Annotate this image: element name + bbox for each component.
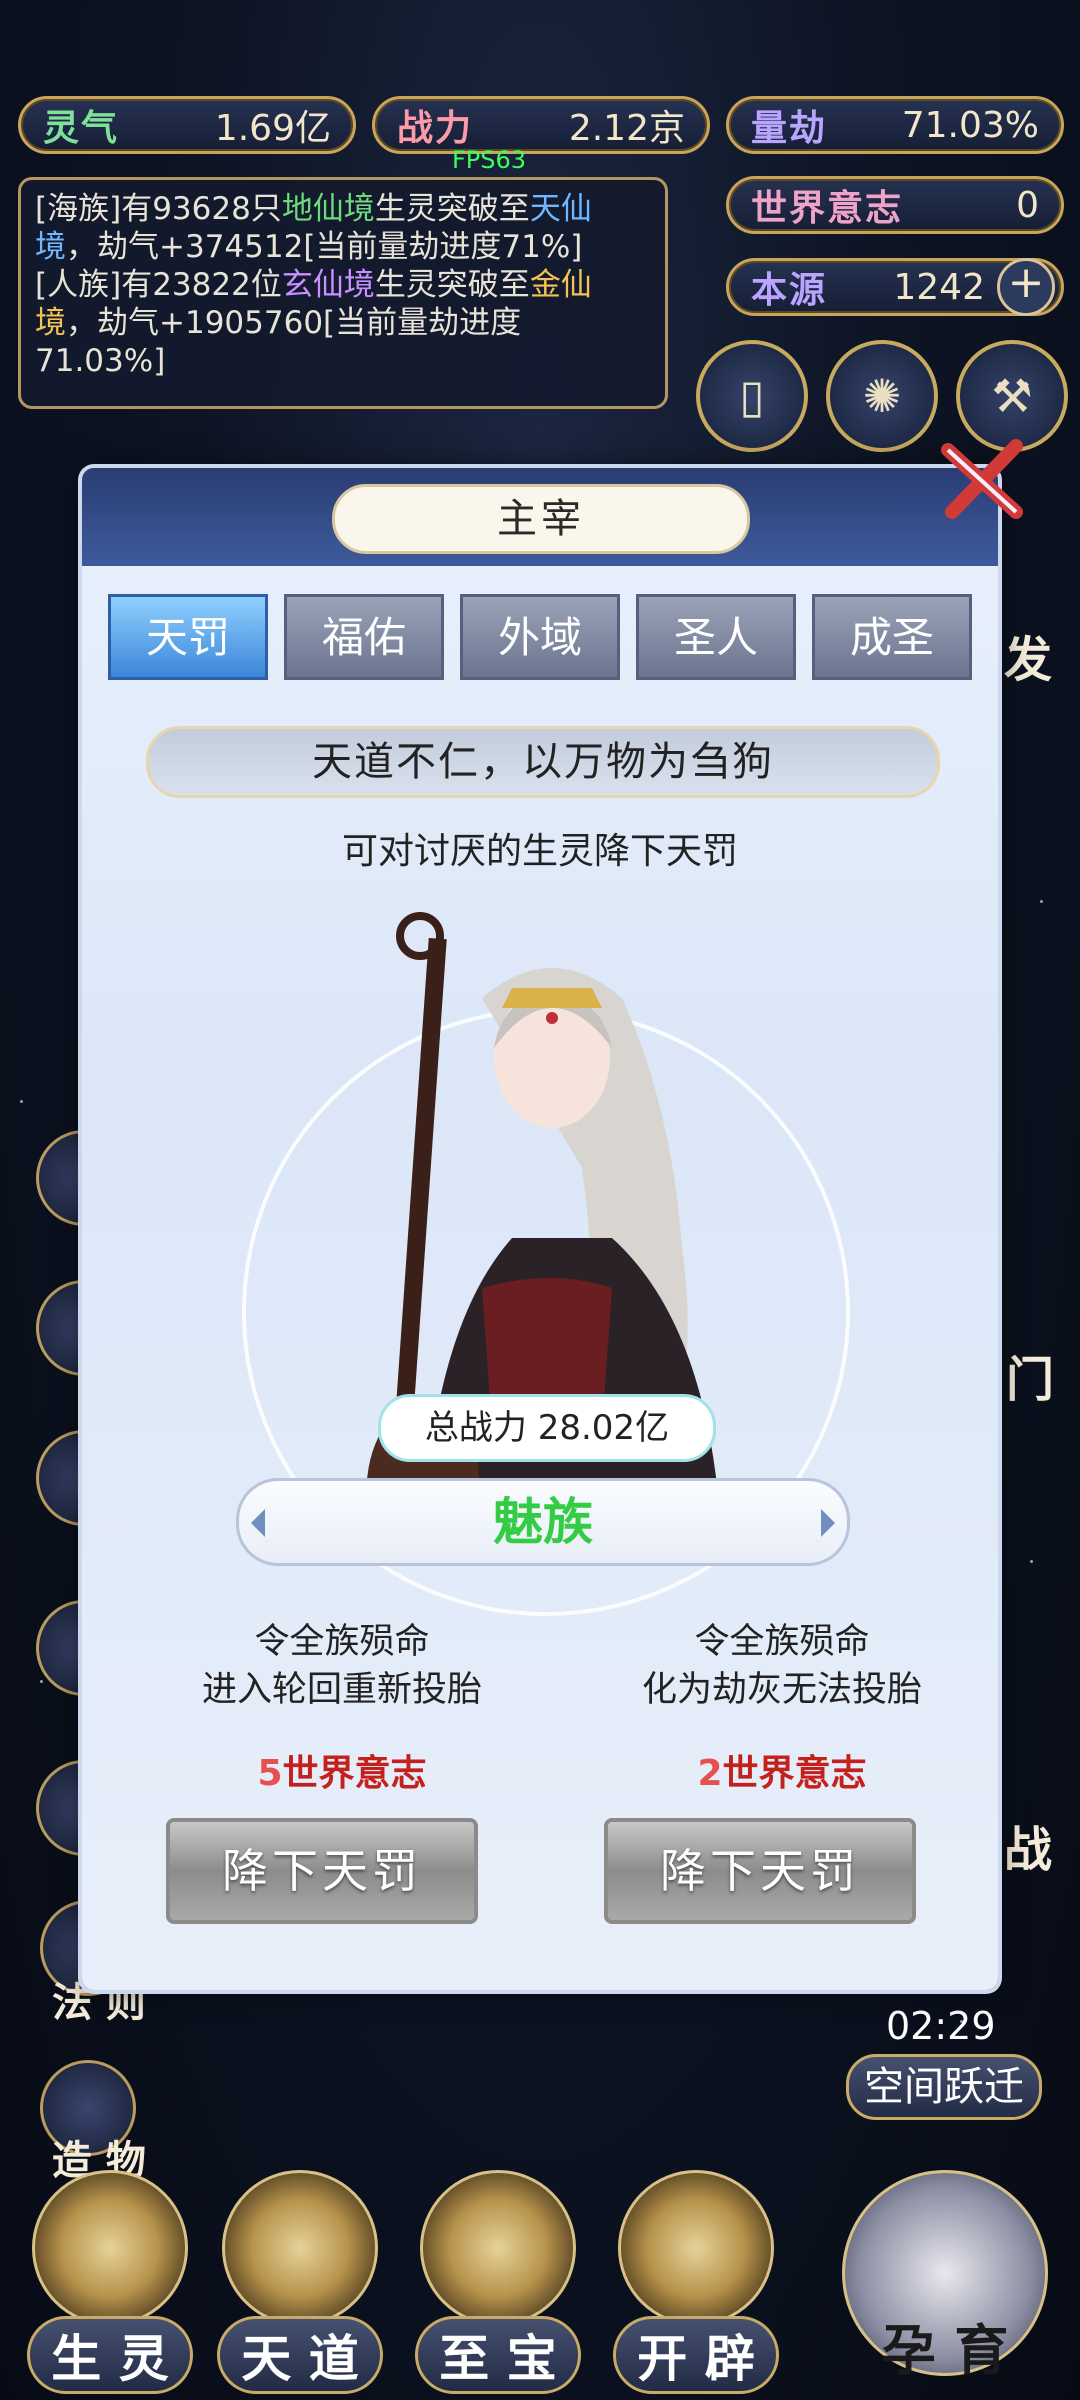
shijie-stat[interactable]: 世界意志 0: [726, 176, 1064, 234]
log-text: ，劫气+1905760[当前量劫进度71.03%]: [35, 305, 522, 379]
option1-line1: 令全族殒命: [254, 1622, 430, 1662]
nav-kaipi[interactable]: 开 辟: [606, 2170, 786, 2400]
liangjie-label: 量劫: [751, 108, 828, 149]
nav-kaipi-label: 开 辟: [613, 2316, 779, 2394]
vortex-icon: ✺: [862, 369, 902, 423]
tab-fuyou[interactable]: 福佑: [284, 594, 444, 680]
option1-description: 令全族殒命 进入轮回重新投胎: [142, 1618, 542, 1714]
log-entry: [人族]有23822位玄仙境生灵突破至金仙境，劫气+1905760[当前量劫进度…: [35, 266, 651, 380]
total-power: 总战力 28.02亿: [378, 1394, 716, 1462]
event-log: [海族]有93628只地仙境生灵突破至天仙境，劫气+374512[当前量劫进度7…: [18, 177, 668, 409]
add-benyuan-icon[interactable]: +: [997, 258, 1055, 316]
nav-zhibao[interactable]: 至 宝: [408, 2170, 588, 2400]
zhanli-label: 战力: [397, 108, 474, 149]
right-label-men: 门: [1006, 1352, 1055, 1408]
option2-line2: 化为劫灰无法投胎: [641, 1670, 922, 1710]
race-name: 魅族: [493, 1493, 593, 1551]
option2-cost-label: 世界意志: [722, 1752, 867, 1794]
option2-cost: 2世界意志: [632, 1744, 932, 1796]
right-label-zhan: 战: [1004, 1822, 1053, 1878]
tab-waiyu[interactable]: 外域: [460, 594, 620, 680]
log-text: 生灵突破至: [374, 267, 530, 303]
option1-cost: 5世界意志: [192, 1744, 492, 1796]
lingqi-value: 1.69亿: [214, 108, 331, 149]
motto-banner: 天道不仁，以万物为刍狗: [146, 726, 940, 798]
space-jump-button[interactable]: 空间跃迁: [846, 2054, 1042, 2120]
lingqi-stat: 灵气 1.69亿: [18, 96, 356, 154]
punish-button-2[interactable]: 降下天罚: [604, 1818, 916, 1924]
log-entry: [海族]有93628只地仙境生灵突破至天仙境，劫气+374512[当前量劫进度7…: [35, 190, 651, 266]
tab-chengsheng[interactable]: 成圣: [812, 594, 972, 680]
tiandao-emblem-icon: [222, 2170, 378, 2326]
nav-shengling-label: 生 灵: [27, 2316, 193, 2394]
nav-shengling[interactable]: 生 灵: [20, 2170, 200, 2400]
zhanli-stat: 战力 2.12京: [372, 96, 710, 154]
fps-counter: FPS63: [452, 146, 527, 174]
shijie-label: 世界意志: [751, 188, 904, 229]
next-race-icon[interactable]: [821, 1509, 835, 1537]
log-text: [人族]有23822位: [35, 267, 282, 303]
nav-zhibao-label: 至 宝: [415, 2316, 581, 2394]
benyuan-label: 本源: [751, 270, 828, 311]
shijie-value: 0: [1016, 184, 1039, 226]
space-jump-timer: 02:29: [886, 2004, 996, 2048]
option2-cost-number: 2: [697, 1753, 723, 1794]
hammer-icon: ⚒: [991, 369, 1033, 423]
option1-cost-number: 5: [257, 1753, 283, 1794]
nav-tiandao-label: 天 道: [217, 2316, 383, 2394]
nav-yunyu-label: 孕 育: [881, 2319, 1009, 2382]
log-text: ，劫气+374512[当前量劫进度71%]: [66, 229, 583, 265]
benyuan-stat[interactable]: 本源 1242 +: [726, 258, 1064, 316]
log-realm: 地仙境: [281, 191, 375, 227]
option2-description: 令全族殒命 化为劫灰无法投胎: [582, 1618, 982, 1714]
log-text: [海族]有93628只: [35, 191, 282, 227]
option1-line2: 进入轮回重新投胎: [201, 1670, 482, 1710]
zhibao-emblem-icon: [420, 2170, 576, 2326]
nav-tiandao[interactable]: 天 道: [210, 2170, 390, 2400]
nav-yunyu[interactable]: 孕 育: [830, 2170, 1060, 2400]
kaipi-emblem-icon: [618, 2170, 774, 2326]
race-selector[interactable]: 魅族: [236, 1478, 850, 1566]
liangjie-stat[interactable]: 量劫 71.03%: [726, 96, 1064, 154]
tab-shengren[interactable]: 圣人: [636, 594, 796, 680]
lingqi-label: 灵气: [43, 108, 120, 149]
punish-button-1[interactable]: 降下天罚: [166, 1818, 478, 1924]
liangjie-value: 71.03%: [901, 104, 1039, 146]
card-icon: ▯: [739, 369, 765, 423]
log-text: 生灵突破至: [374, 191, 530, 227]
close-icon[interactable]: [938, 432, 1030, 524]
zhanli-value: 2.12京: [568, 108, 685, 149]
vortex-button[interactable]: ✺: [826, 340, 938, 452]
ruler-dialog: 主宰 天罚 福佑 外域 圣人 成圣 天道不仁，以万物为刍狗 可对讨厌的生灵降下天…: [82, 468, 998, 1990]
prev-race-icon[interactable]: [251, 1509, 265, 1537]
tab-tianfa[interactable]: 天罚: [108, 594, 268, 680]
log-realm: 玄仙境: [281, 267, 375, 303]
option2-line1: 令全族殒命: [694, 1622, 870, 1662]
option1-cost-label: 世界意志: [282, 1752, 427, 1794]
card-button[interactable]: ▯: [696, 340, 808, 452]
benyuan-value: 1242: [893, 266, 985, 308]
punishment-description: 可对讨厌的生灵降下天罚: [341, 831, 738, 872]
shengling-emblem-icon: [32, 2170, 188, 2326]
dialog-title: 主宰: [332, 484, 750, 554]
right-label-fa: 发: [1004, 632, 1053, 688]
